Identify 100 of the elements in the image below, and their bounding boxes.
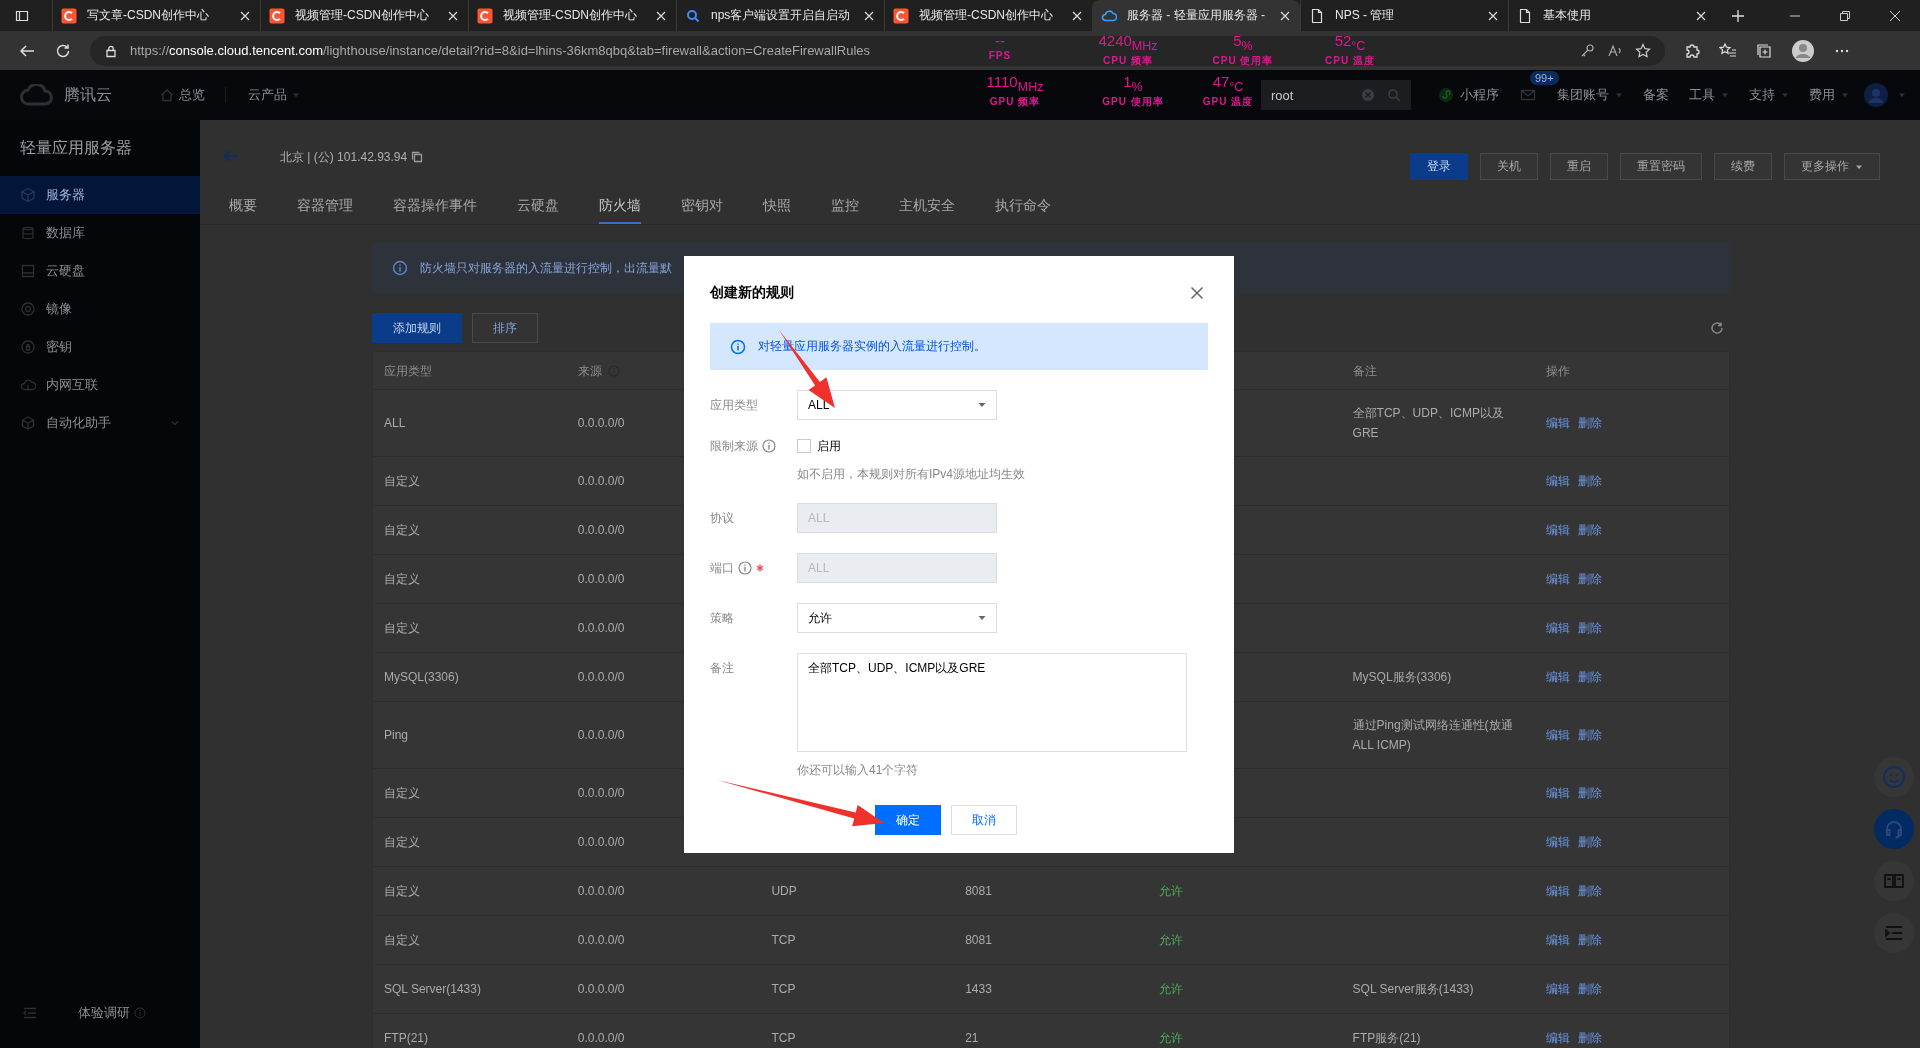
checkbox[interactable] xyxy=(797,439,811,453)
table-cell-text: 0.0.0.0/0 xyxy=(577,473,625,490)
header-link[interactable]: 支持 xyxy=(1749,86,1789,104)
row-action-link[interactable]: 删除 xyxy=(1578,413,1603,433)
row-action-link[interactable]: 编辑 xyxy=(1546,520,1571,540)
row-action-link[interactable]: 删除 xyxy=(1578,667,1603,687)
caret-icon xyxy=(978,401,986,409)
policy-status: 允许 xyxy=(1158,981,1183,998)
sidebar-item[interactable]: 密钥 xyxy=(0,328,200,366)
address-field[interactable]: https://console.cloud.tencent.com/lighthouse/instance/detail?rid=8&id=lhins-36km8qbq&tab=firewall&action=CreateFirewallRules -- FPS 4240$_{MHz}$ CPU 频率 5$_{%}$ CPU 使用率 52$_{°C}$ CPU 温度 xyxy=(90,35,1665,66)
favorite-add-icon[interactable] xyxy=(1635,42,1651,59)
dialog-button[interactable]: 确定 xyxy=(875,805,941,835)
sidebar-item[interactable]: 内网互联 xyxy=(0,366,200,404)
row-action-link[interactable]: 编辑 xyxy=(1546,1028,1571,1048)
toolbar-button[interactable]: 排序 xyxy=(472,313,538,343)
action-button[interactable]: 登录 xyxy=(1410,153,1468,180)
header-link[interactable]: 工具 xyxy=(1689,86,1729,104)
new-tab-icon[interactable] xyxy=(1730,7,1746,24)
table-cell-text: 1433 xyxy=(965,981,992,998)
row-action-link[interactable]: 删除 xyxy=(1578,725,1603,745)
header-link[interactable]: 备案 xyxy=(1643,86,1669,104)
row-action-link[interactable]: 删除 xyxy=(1578,1028,1603,1048)
tab[interactable]: 执行命令 xyxy=(995,190,1051,224)
tab[interactable]: 云硬盘 xyxy=(517,190,559,224)
close-icon[interactable] xyxy=(1190,286,1204,300)
header-link[interactable]: 费用 xyxy=(1809,86,1849,104)
survey-link[interactable]: 体验调研 xyxy=(78,1004,146,1022)
sidebar-item[interactable]: 云硬盘 xyxy=(0,252,200,290)
action-button[interactable]: 重置密码 xyxy=(1620,153,1702,180)
row-action-link[interactable]: 编辑 xyxy=(1546,569,1571,589)
tab[interactable]: 容器管理 xyxy=(297,190,353,224)
tab[interactable]: 容器操作事件 xyxy=(393,190,477,224)
browser-tab[interactable]: 服务器 - 轻量应用服务器 - xyxy=(1092,0,1300,31)
monitor-label: CPU 温度 xyxy=(1325,54,1375,68)
tab[interactable]: 快照 xyxy=(763,190,791,224)
header-link[interactable]: 集团账号 xyxy=(1557,86,1623,104)
checkbox-label[interactable]: 启用 xyxy=(817,437,841,455)
remark-textarea[interactable]: 全部TCP、UDP、ICMP以及GRE xyxy=(797,653,1187,752)
row-action-link[interactable]: 编辑 xyxy=(1546,832,1571,852)
sidebar-item[interactable]: 数据库 xyxy=(0,214,200,252)
monitor-value: 47$_{°C}$ xyxy=(1212,74,1244,95)
row-action-link[interactable]: 编辑 xyxy=(1546,725,1571,745)
row-action-link[interactable]: 删除 xyxy=(1578,832,1603,852)
box-icon xyxy=(20,415,36,431)
row-action-link[interactable]: 删除 xyxy=(1578,979,1603,999)
sidebar-item[interactable]: 镜像 xyxy=(0,290,200,328)
tab-title: 视频管理-CSDN创作中心 xyxy=(295,7,430,24)
tab[interactable]: 密钥对 xyxy=(681,190,723,224)
tab[interactable]: 监控 xyxy=(831,190,859,224)
row-action-link[interactable]: 编辑 xyxy=(1546,618,1571,638)
tab[interactable]: 主机安全 xyxy=(899,190,955,224)
monitor-label: CPU 使用率 xyxy=(1212,54,1274,68)
table-cell-text: 0.0.0.0/0 xyxy=(577,522,625,539)
tab[interactable]: 防火墙 xyxy=(599,190,641,224)
site-logo-icon xyxy=(893,7,909,24)
row-action-link[interactable]: 编辑 xyxy=(1546,881,1571,901)
action-button[interactable]: 更多操作 xyxy=(1784,153,1880,180)
action-button[interactable]: 关机 xyxy=(1480,153,1538,180)
table-cell-text: 0.0.0.0/0 xyxy=(577,834,625,851)
row-action-link[interactable]: 编辑 xyxy=(1546,413,1571,433)
header-link[interactable]: 小程序 xyxy=(1438,86,1499,104)
key-icon[interactable] xyxy=(1579,42,1595,59)
row-action-link[interactable]: 删除 xyxy=(1578,618,1603,638)
select-field[interactable]: 允许 xyxy=(797,603,997,633)
row-action-link[interactable]: 编辑 xyxy=(1546,979,1571,999)
brand-name[interactable]: 腾讯云 xyxy=(64,84,112,106)
row-action-link[interactable]: 编辑 xyxy=(1546,667,1571,687)
cloud-icon xyxy=(20,377,36,393)
url-text: https://console.cloud.tencent.com/lighthouse/instance/detail?rid=8&id=lhins-36km8qbq&tab=firewall&action=CreateFirewallRules xyxy=(130,43,870,58)
collections-icon[interactable] xyxy=(1755,41,1773,60)
nav-link[interactable]: 总览 xyxy=(160,86,205,104)
sidebar-item[interactable]: 服务器 xyxy=(0,176,200,214)
extensions-icon[interactable] xyxy=(1683,41,1701,60)
select-field[interactable]: ALL xyxy=(797,390,997,420)
field-label: 策略 xyxy=(710,609,734,627)
favorites-icon[interactable] xyxy=(1719,41,1737,60)
row-action-link[interactable]: 删除 xyxy=(1578,471,1603,491)
row-action-link[interactable]: 删除 xyxy=(1578,569,1603,589)
row-action-link[interactable]: 编辑 xyxy=(1546,783,1571,803)
row-action-link[interactable]: 删除 xyxy=(1578,881,1603,901)
row-action-link[interactable]: 编辑 xyxy=(1546,471,1571,491)
action-button[interactable]: 续费 xyxy=(1714,153,1772,180)
row-action-link[interactable]: 删除 xyxy=(1578,930,1603,950)
info-icon[interactable] xyxy=(762,439,776,453)
action-button[interactable]: 重启 xyxy=(1550,153,1608,180)
profile-avatar[interactable] xyxy=(1791,38,1815,63)
table-cell-text: 自定义 xyxy=(384,883,420,900)
toolbar-button[interactable]: 添加规则 xyxy=(372,313,462,343)
refresh-icon[interactable] xyxy=(1710,321,1724,335)
table-cell-text: 0.0.0.0/0 xyxy=(577,415,625,432)
lock-icon xyxy=(104,43,118,58)
tab[interactable]: 概要 xyxy=(229,190,257,224)
copy-icon[interactable] xyxy=(411,151,424,163)
dialog-button[interactable]: 取消 xyxy=(951,805,1017,835)
read-aloud-icon[interactable] xyxy=(1607,42,1623,59)
sidebar-item[interactable]: 自动化助手 xyxy=(0,404,200,442)
row-action-link[interactable]: 删除 xyxy=(1578,520,1603,540)
row-action-link[interactable]: 删除 xyxy=(1578,783,1603,803)
nav-link[interactable]: 云产品 xyxy=(248,86,300,104)
row-action-link[interactable]: 编辑 xyxy=(1546,930,1571,950)
